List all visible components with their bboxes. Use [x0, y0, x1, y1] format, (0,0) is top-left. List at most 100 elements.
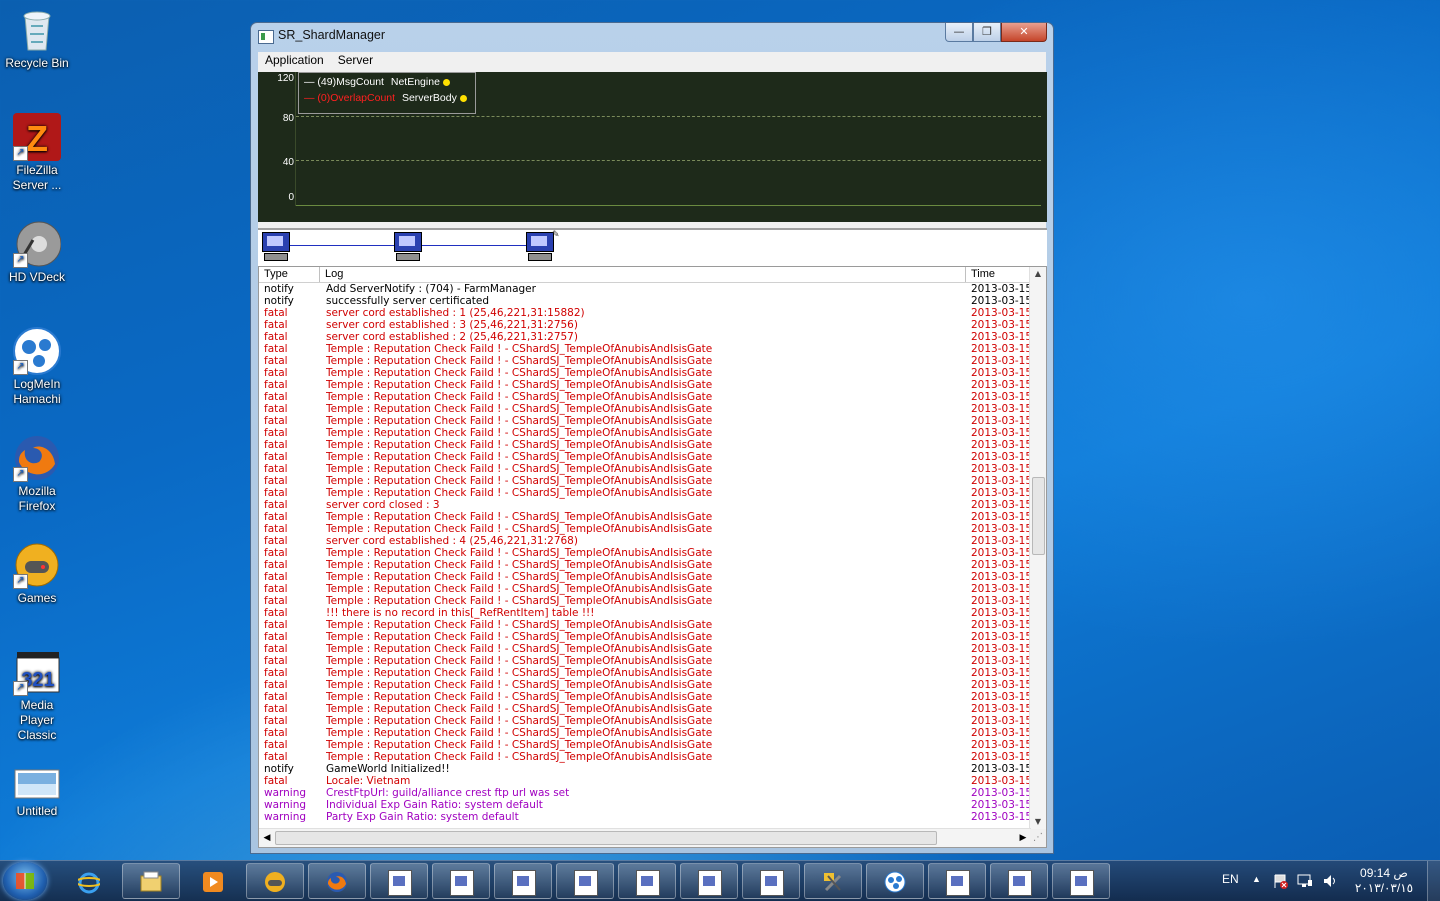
clock[interactable]: 09:14 ص ٢٠١٣/٠٣/١٥	[1352, 866, 1416, 896]
log-row[interactable]: fatal Temple : Reputation Check Faild ! -…	[259, 343, 1031, 355]
menu-application[interactable]: Application	[258, 52, 331, 70]
log-row[interactable]: fatal Temple : Reputation Check Faild ! -…	[259, 403, 1031, 415]
horizontal-scroll-thumb[interactable]	[275, 831, 937, 845]
log-row[interactable]: fatal !!! there is no record in this[_Ref…	[259, 607, 1031, 619]
server-node-computer-icon[interactable]	[394, 232, 422, 261]
log-row[interactable]: fatal Temple : Reputation Check Faild ! -…	[259, 715, 1031, 727]
log-row[interactable]: fatal Temple : Reputation Check Faild ! -…	[259, 727, 1031, 739]
log-row[interactable]: fatal Temple : Reputation Check Faild ! -…	[259, 655, 1031, 667]
log-row[interactable]: fatal Temple : Reputation Check Faild ! -…	[259, 703, 1031, 715]
log-row[interactable]: fatal Temple : Reputation Check Faild ! -…	[259, 379, 1031, 391]
log-row[interactable]: fatal Temple : Reputation Check Faild ! -…	[259, 427, 1031, 439]
log-row[interactable]: warning Individual Exp Gain Ratio: system…	[259, 799, 1031, 811]
log-row[interactable]: warning Party Exp Gain Ratio: system defa…	[259, 811, 1031, 823]
log-list[interactable]: Type Log Time notify Add ServerNotify : (…	[258, 266, 1047, 848]
log-row[interactable]: fatal Temple : Reputation Check Faild ! -…	[259, 583, 1031, 595]
taskbar-app-window[interactable]	[370, 863, 428, 899]
log-row[interactable]: fatal Temple : Reputation Check Faild ! -…	[259, 511, 1031, 523]
taskbar-firefox[interactable]	[308, 863, 366, 899]
log-row[interactable]: fatal server cord established : 4 (25,46,…	[259, 535, 1031, 547]
log-row[interactable]: fatal Temple : Reputation Check Faild ! -…	[259, 475, 1031, 487]
log-row[interactable]: fatal Temple : Reputation Check Faild ! -…	[259, 463, 1031, 475]
taskbar-games[interactable]	[246, 863, 304, 899]
log-row[interactable]: notify GameWorld Initialized!! 2013-03-15	[259, 763, 1031, 775]
log-row[interactable]: fatal Temple : Reputation Check Faild ! -…	[259, 667, 1031, 679]
log-row[interactable]: fatal Temple : Reputation Check Faild ! -…	[259, 619, 1031, 631]
log-row[interactable]: warning CrestFtpUrl: guild/alliance crest…	[259, 787, 1031, 799]
size-grip-icon[interactable]: ⋰	[1030, 829, 1046, 847]
taskbar-media-player[interactable]	[184, 863, 242, 899]
column-header-time[interactable]: Time	[966, 267, 1031, 282]
network-icon[interactable]	[1297, 873, 1313, 892]
desktop-icon-filezilla[interactable]: Z ↗ FileZilla Server ...	[2, 113, 72, 193]
log-row[interactable]: fatal server cord closed : 3 2013-03-15	[259, 499, 1031, 511]
taskbar-app-window[interactable]	[990, 863, 1048, 899]
minimize-button[interactable]: —	[945, 23, 973, 42]
scroll-up-arrow-icon[interactable]: ▲	[1030, 267, 1046, 281]
log-row[interactable]: fatal Temple : Reputation Check Faild ! -…	[259, 643, 1031, 655]
log-row[interactable]: fatal Temple : Reputation Check Faild ! -…	[259, 631, 1031, 643]
taskbar-app-window[interactable]	[618, 863, 676, 899]
log-row[interactable]: fatal Temple : Reputation Check Faild ! -…	[259, 415, 1031, 427]
taskbar-app-window[interactable]	[556, 863, 614, 899]
volume-icon[interactable]	[1322, 873, 1338, 892]
vertical-scroll-thumb[interactable]	[1032, 477, 1045, 555]
taskbar-tools[interactable]	[804, 863, 862, 899]
log-row[interactable]: notify Add ServerNotify : (704) - FarmMan…	[259, 283, 1031, 295]
show-desktop-button[interactable]	[1427, 861, 1440, 901]
action-center-flag-icon[interactable]	[1272, 873, 1288, 892]
log-row[interactable]: fatal server cord established : 1 (25,46,…	[259, 307, 1031, 319]
taskbar-app-window[interactable]	[928, 863, 986, 899]
column-header-log[interactable]: Log	[320, 267, 966, 282]
log-row[interactable]: fatal Temple : Reputation Check Faild ! -…	[259, 691, 1031, 703]
desktop-icon-hamachi[interactable]: ↗ LogMeIn Hamachi	[2, 327, 72, 407]
show-hidden-icons-button[interactable]: ▲	[1252, 874, 1261, 884]
desktop-icon-untitled[interactable]: Untitled	[2, 766, 72, 819]
log-row[interactable]: notify successfully server certificated 20…	[259, 295, 1031, 307]
server-node-computer-icon[interactable]	[262, 232, 290, 261]
taskbar-app-window[interactable]	[680, 863, 738, 899]
log-row[interactable]: fatal Temple : Reputation Check Faild ! -…	[259, 451, 1031, 463]
log-row[interactable]: fatal Temple : Reputation Check Faild ! -…	[259, 391, 1031, 403]
log-row[interactable]: fatal Temple : Reputation Check Faild ! -…	[259, 595, 1031, 607]
desktop-icon-recycle-bin[interactable]: Recycle Bin	[2, 6, 72, 71]
log-row[interactable]: fatal Temple : Reputation Check Faild ! -…	[259, 367, 1031, 379]
desktop-icon-games[interactable]: ↗ Games	[2, 541, 72, 606]
scroll-down-arrow-icon[interactable]: ▼	[1030, 815, 1046, 829]
desktop-icon-media-player-classic[interactable]: 321 ↗ Media Player Classic	[2, 648, 72, 743]
start-button[interactable]	[3, 862, 47, 900]
log-row[interactable]: fatal Temple : Reputation Check Faild ! -…	[259, 487, 1031, 499]
log-row[interactable]: fatal Temple : Reputation Check Faild ! -…	[259, 355, 1031, 367]
taskbar-app-window[interactable]	[494, 863, 552, 899]
log-row[interactable]: fatal Temple : Reputation Check Faild ! -…	[259, 751, 1031, 763]
column-header-type[interactable]: Type	[259, 267, 320, 282]
log-row[interactable]: fatal server cord established : 2 (25,46,…	[259, 331, 1031, 343]
vertical-scrollbar[interactable]: ▲ ▼	[1029, 267, 1046, 829]
maximize-button[interactable]: ❐	[973, 23, 1001, 42]
log-row[interactable]: fatal Temple : Reputation Check Faild ! -…	[259, 739, 1031, 751]
scroll-left-arrow-icon[interactable]: ◀	[259, 829, 275, 847]
language-indicator[interactable]: EN	[1222, 872, 1239, 886]
log-row[interactable]: fatal Locale: Vietnam 2013-03-15	[259, 775, 1031, 787]
server-node-computer-icon[interactable]	[526, 232, 554, 261]
desktop-icon-firefox[interactable]: ↗ Mozilla Firefox	[2, 434, 72, 514]
log-row[interactable]: fatal Temple : Reputation Check Faild ! -…	[259, 571, 1031, 583]
taskbar-internet-explorer[interactable]	[60, 863, 118, 899]
log-row[interactable]: fatal Temple : Reputation Check Faild ! -…	[259, 547, 1031, 559]
taskbar-app-window[interactable]	[742, 863, 800, 899]
log-row[interactable]: fatal Temple : Reputation Check Faild ! -…	[259, 559, 1031, 571]
log-row[interactable]: fatal Temple : Reputation Check Faild ! -…	[259, 523, 1031, 535]
log-row[interactable]: fatal Temple : Reputation Check Faild ! -…	[259, 679, 1031, 691]
log-row[interactable]: fatal Temple : Reputation Check Faild ! -…	[259, 439, 1031, 451]
horizontal-scrollbar[interactable]: ◀ ▶	[259, 828, 1031, 847]
taskbar-app-window[interactable]	[1052, 863, 1110, 899]
desktop-icon-hd-vdeck[interactable]: ↗ HD VDeck	[2, 220, 72, 285]
log-row[interactable]: fatal server cord established : 3 (25,46,…	[259, 319, 1031, 331]
taskbar-explorer[interactable]	[122, 863, 180, 899]
scroll-right-arrow-icon[interactable]: ▶	[1015, 829, 1031, 847]
taskbar-app-window[interactable]	[432, 863, 490, 899]
taskbar-hamachi[interactable]	[866, 863, 924, 899]
menu-server[interactable]: Server	[331, 52, 380, 70]
close-button[interactable]: ✕	[1001, 23, 1047, 42]
title-bar[interactable]: SR_ShardManager — ❐ ✕	[251, 23, 1053, 51]
